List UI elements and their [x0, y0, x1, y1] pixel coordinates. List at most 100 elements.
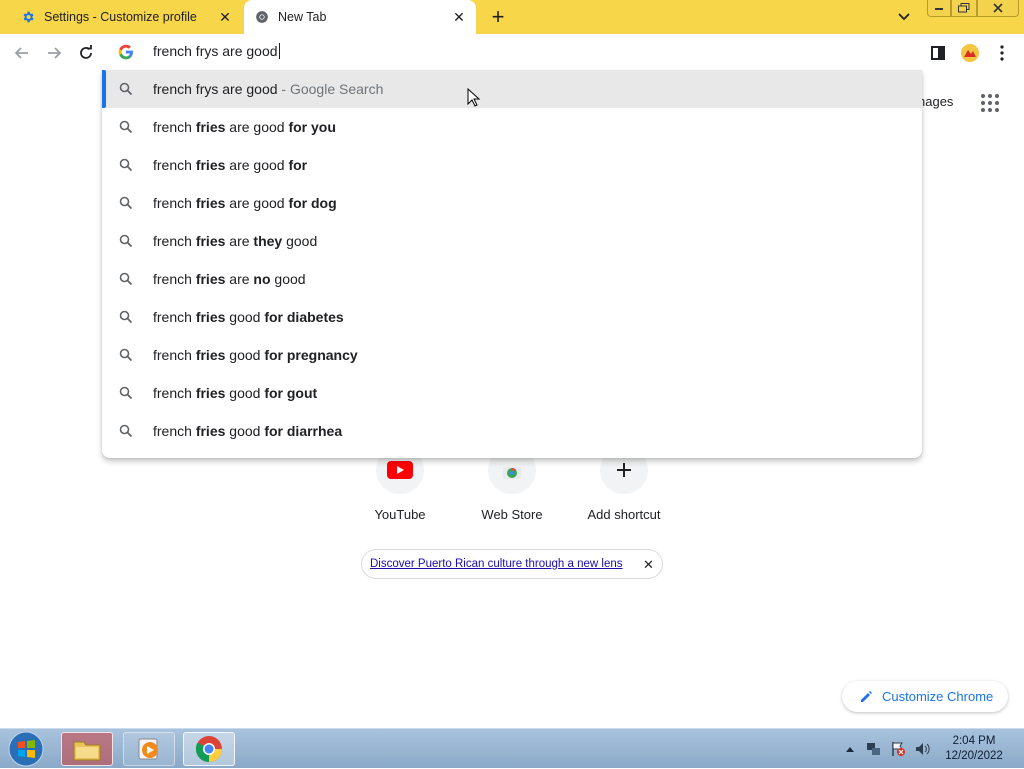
suggestion-part: are good — [225, 157, 289, 173]
suggestion-bold-part: fries — [195, 195, 226, 211]
suggestion-suffix: - Google Search — [277, 81, 384, 97]
chrome-icon[interactable] — [183, 732, 235, 766]
suggestion-bold-part: for diabetes — [264, 309, 344, 325]
search-icon — [119, 348, 133, 362]
menu-icon[interactable] — [990, 41, 1014, 65]
suggestion-text: french fries good for diabetes — [153, 309, 344, 325]
show-hidden-icons[interactable] — [842, 729, 858, 769]
tab-strip: Settings - Customize profile ✕ New Tab ✕… — [0, 0, 1024, 34]
suggestion-item[interactable]: french fries are good for dog — [102, 184, 922, 222]
tab-settings[interactable]: Settings - Customize profile ✕ — [10, 0, 242, 34]
new-tab-button[interactable]: + — [486, 6, 510, 28]
customize-chrome-label: Customize Chrome — [882, 689, 994, 704]
suggestion-text: french fries good for diarrhea — [153, 423, 342, 439]
suggestion-bold-part: fries — [195, 233, 226, 249]
start-button[interactable] — [6, 731, 46, 767]
images-link[interactable]: nages — [918, 94, 953, 109]
suggestion-text: french fries are good for you — [153, 119, 336, 135]
suggestion-bold-part: fries — [195, 423, 226, 439]
suggestion-part: good — [282, 233, 318, 249]
promo-chip: Discover Puerto Rican culture through a … — [361, 549, 663, 579]
close-tab-icon[interactable]: ✕ — [216, 8, 234, 26]
suggestion-item[interactable]: french frys are good - Google Search — [102, 70, 922, 108]
suggestion-text: french fries are good for — [153, 157, 307, 173]
search-icon — [119, 120, 133, 134]
suggestion-item[interactable]: french fries are good for you — [102, 108, 922, 146]
suggestion-part: french — [153, 195, 196, 211]
suggestion-text: french frys are good - Google Search — [153, 81, 383, 97]
search-icon — [119, 158, 133, 172]
search-icon — [119, 272, 133, 286]
text-caret — [278, 43, 280, 59]
suggestion-item[interactable]: french fries are they good — [102, 222, 922, 260]
google-apps-icon[interactable] — [981, 94, 999, 112]
suggestion-part: french frys are good — [153, 81, 278, 97]
side-panel-icon[interactable] — [926, 41, 950, 65]
profile-avatar[interactable] — [958, 41, 982, 65]
suggestion-bold-part: fries — [195, 309, 226, 325]
suggestion-item[interactable]: french fries good for diabetes — [102, 298, 922, 336]
close-promo-icon[interactable]: ✕ — [643, 557, 654, 573]
suggestion-bold-part: fries — [195, 271, 226, 287]
back-button[interactable] — [10, 41, 34, 65]
suggestion-part: good — [225, 385, 265, 401]
system-clock[interactable]: 2:04 PM 12/20/2022 — [938, 734, 1010, 764]
suggestion-bold-part: fries — [195, 119, 226, 135]
suggestion-text: french fries are good for dog — [153, 195, 337, 211]
suggestion-part: are — [225, 233, 254, 249]
forward-button[interactable] — [42, 41, 66, 65]
minimize-button[interactable] — [927, 0, 951, 17]
suggestion-text: french fries are they good — [153, 233, 317, 249]
suggestion-text: french fries are no good — [153, 271, 306, 287]
search-icon — [119, 196, 133, 210]
suggestion-part: are — [225, 271, 254, 287]
suggestion-bold-part: they — [253, 233, 283, 249]
close-tab-icon[interactable]: ✕ — [450, 8, 468, 26]
suggestion-part: are good — [225, 195, 289, 211]
close-window-button[interactable] — [977, 0, 1019, 17]
search-icon — [119, 310, 133, 324]
suggestion-bold-part: fries — [195, 385, 226, 401]
suggestion-part: french — [153, 309, 196, 325]
suggestion-part: french — [153, 423, 196, 439]
search-icon — [119, 234, 133, 248]
suggestion-bold-part: for gout — [264, 385, 318, 401]
suggestion-text: french fries good for gout — [153, 385, 317, 401]
address-bar[interactable]: french frys are good — [102, 34, 922, 70]
suggestion-item[interactable]: french fries are no good — [102, 260, 922, 298]
network-icon[interactable] — [864, 729, 884, 769]
windows-explorer-icon[interactable] — [61, 732, 113, 766]
tab-new-tab[interactable]: New Tab ✕ — [244, 0, 476, 34]
promo-link[interactable]: Discover Puerto Rican culture through a … — [370, 558, 623, 570]
suggestion-bold-part: for you — [288, 119, 336, 135]
customize-chrome-button[interactable]: Customize Chrome — [842, 681, 1008, 712]
mouse-cursor — [467, 88, 481, 107]
search-icon — [119, 424, 133, 438]
tab-title: Settings - Customize profile — [44, 10, 197, 24]
search-icon — [119, 386, 133, 400]
suggestion-part: are good — [225, 119, 289, 135]
suggestion-bold-part: fries — [195, 157, 226, 173]
restore-button[interactable] — [951, 0, 977, 17]
media-player-icon[interactable] — [123, 732, 175, 766]
gear-icon — [20, 9, 36, 25]
volume-icon[interactable] — [912, 729, 932, 769]
reload-button[interactable] — [74, 41, 98, 65]
suggestion-item[interactable]: french fries good for pregnancy — [102, 336, 922, 374]
suggestion-part: french — [153, 347, 196, 363]
shortcut-label: Web Store — [481, 507, 543, 522]
tab-search-icon[interactable] — [894, 8, 914, 26]
suggestion-bold-part: for diarrhea — [264, 423, 343, 439]
suggestion-part: french — [153, 385, 196, 401]
suggestion-item[interactable]: french fries are good for — [102, 146, 922, 184]
suggestion-bold-part: no — [253, 271, 271, 287]
omnibox-input[interactable]: french frys are good — [153, 43, 280, 59]
clock-time: 2:04 PM — [952, 735, 996, 747]
suggestion-item[interactable]: french fries good for gout — [102, 374, 922, 412]
suggestion-part: french — [153, 119, 196, 135]
chrome-icon — [254, 9, 270, 25]
suggestion-part: good — [225, 347, 265, 363]
action-center-icon[interactable] — [888, 729, 908, 769]
omnibox-suggestions-dropdown: french frys are good - Google Search fren… — [102, 70, 922, 458]
suggestion-item[interactable]: french fries good for diarrhea — [102, 412, 922, 450]
